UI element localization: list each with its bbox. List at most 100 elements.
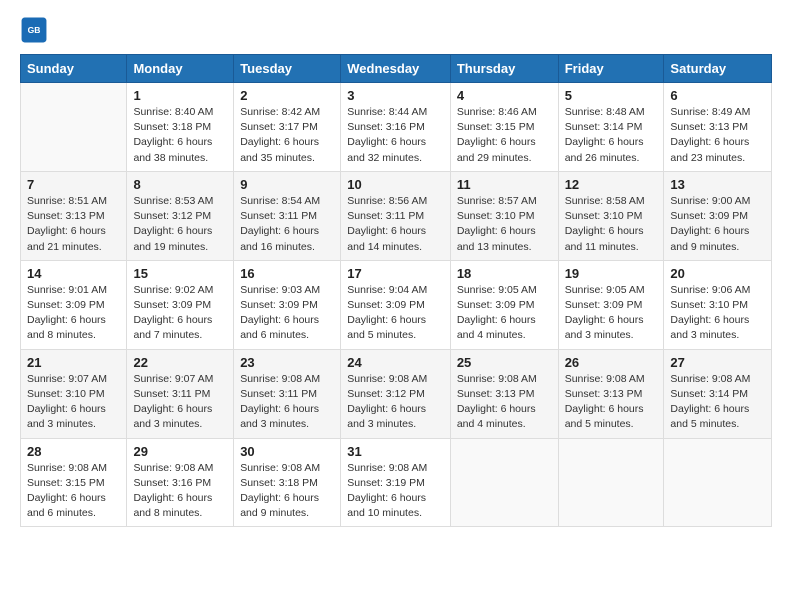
day-number: 21 [27, 355, 120, 370]
week-row-4: 21 Sunrise: 9:07 AMSunset: 3:10 PMDayligh… [21, 349, 772, 438]
day-cell: 6Sunrise: 8:49 AMSunset: 3:13 PMDaylight… [664, 83, 772, 172]
header-cell-monday: Monday [127, 55, 234, 83]
day-info: Sunrise: 9:05 AMSunset: 3:09 PMDaylight:… [457, 283, 552, 344]
header-cell-tuesday: Tuesday [234, 55, 341, 83]
day-number: 7 [27, 177, 120, 192]
day-info: Sunrise: 9:08 AMSunset: 3:13 PMDaylight:… [457, 372, 552, 433]
day-cell: 17 Sunrise: 9:04 AMSunset: 3:09 PMDayligh… [341, 260, 451, 349]
day-cell: 7 Sunrise: 8:51 AMSunset: 3:13 PMDaylight… [21, 171, 127, 260]
day-info: Sunrise: 8:57 AMSunset: 3:10 PMDaylight:… [457, 194, 552, 255]
week-row-3: 14 Sunrise: 9:01 AMSunset: 3:09 PMDayligh… [21, 260, 772, 349]
day-info: Sunrise: 8:58 AMSunset: 3:10 PMDaylight:… [565, 194, 658, 255]
calendar-table: SundayMondayTuesdayWednesdayThursdayFrid… [20, 54, 772, 527]
day-cell: 15 Sunrise: 9:02 AMSunset: 3:09 PMDayligh… [127, 260, 234, 349]
day-info: Sunrise: 8:51 AMSunset: 3:13 PMDaylight:… [27, 194, 120, 255]
day-cell: 5Sunrise: 8:48 AMSunset: 3:14 PMDaylight… [558, 83, 664, 172]
day-cell: 12Sunrise: 8:58 AMSunset: 3:10 PMDayligh… [558, 171, 664, 260]
day-number: 26 [565, 355, 658, 370]
day-info: Sunrise: 9:07 AMSunset: 3:11 PMDaylight:… [133, 372, 227, 433]
week-row-1: 1 Sunrise: 8:40 AMSunset: 3:18 PMDaylight… [21, 83, 772, 172]
day-cell: 26 Sunrise: 9:08 AMSunset: 3:13 PMDayligh… [558, 349, 664, 438]
day-cell: 2Sunrise: 8:42 AMSunset: 3:17 PMDaylight… [234, 83, 341, 172]
header-cell-wednesday: Wednesday [341, 55, 451, 83]
day-info: Sunrise: 9:00 AMSunset: 3:09 PMDaylight:… [670, 194, 765, 255]
day-info: Sunrise: 8:53 AMSunset: 3:12 PMDaylight:… [133, 194, 227, 255]
week-row-2: 7 Sunrise: 8:51 AMSunset: 3:13 PMDaylight… [21, 171, 772, 260]
day-cell: 19Sunrise: 9:05 AMSunset: 3:09 PMDayligh… [558, 260, 664, 349]
day-cell: 25 Sunrise: 9:08 AMSunset: 3:13 PMDayligh… [450, 349, 558, 438]
day-number: 8 [133, 177, 227, 192]
day-number: 27 [670, 355, 765, 370]
day-number: 10 [347, 177, 444, 192]
day-cell: 29 Sunrise: 9:08 AMSunset: 3:16 PMDayligh… [127, 438, 234, 527]
day-number: 25 [457, 355, 552, 370]
day-info: Sunrise: 8:42 AMSunset: 3:17 PMDaylight:… [240, 105, 334, 166]
page-header: GB [20, 16, 772, 44]
day-number: 30 [240, 444, 334, 459]
day-number: 28 [27, 444, 120, 459]
logo-icon: GB [20, 16, 48, 44]
day-info: Sunrise: 8:56 AMSunset: 3:11 PMDaylight:… [347, 194, 444, 255]
day-cell: 18 Sunrise: 9:05 AMSunset: 3:09 PMDayligh… [450, 260, 558, 349]
day-info: Sunrise: 9:01 AMSunset: 3:09 PMDaylight:… [27, 283, 120, 344]
day-cell [664, 438, 772, 527]
day-number: 16 [240, 266, 334, 281]
header-cell-saturday: Saturday [664, 55, 772, 83]
day-info: Sunrise: 9:08 AMSunset: 3:16 PMDaylight:… [133, 461, 227, 522]
day-info: Sunrise: 9:08 AMSunset: 3:18 PMDaylight:… [240, 461, 334, 522]
calendar-body: 1 Sunrise: 8:40 AMSunset: 3:18 PMDaylight… [21, 83, 772, 527]
day-info: Sunrise: 8:54 AMSunset: 3:11 PMDaylight:… [240, 194, 334, 255]
day-info: Sunrise: 9:06 AMSunset: 3:10 PMDaylight:… [670, 283, 765, 344]
day-info: Sunrise: 8:44 AMSunset: 3:16 PMDaylight:… [347, 105, 444, 166]
day-cell: 13Sunrise: 9:00 AMSunset: 3:09 PMDayligh… [664, 171, 772, 260]
day-info: Sunrise: 9:08 AMSunset: 3:12 PMDaylight:… [347, 372, 444, 433]
day-cell: 20Sunrise: 9:06 AMSunset: 3:10 PMDayligh… [664, 260, 772, 349]
day-number: 19 [565, 266, 658, 281]
day-info: Sunrise: 9:08 AMSunset: 3:14 PMDaylight:… [670, 372, 765, 433]
day-info: Sunrise: 8:46 AMSunset: 3:15 PMDaylight:… [457, 105, 552, 166]
day-cell: 30 Sunrise: 9:08 AMSunset: 3:18 PMDayligh… [234, 438, 341, 527]
day-cell: 9 Sunrise: 8:54 AMSunset: 3:11 PMDaylight… [234, 171, 341, 260]
day-cell: 23 Sunrise: 9:08 AMSunset: 3:11 PMDayligh… [234, 349, 341, 438]
day-number: 3 [347, 88, 444, 103]
day-info: Sunrise: 9:08 AMSunset: 3:11 PMDaylight:… [240, 372, 334, 433]
day-cell: 31 Sunrise: 9:08 AMSunset: 3:19 PMDayligh… [341, 438, 451, 527]
day-info: Sunrise: 9:04 AMSunset: 3:09 PMDaylight:… [347, 283, 444, 344]
day-cell: 22 Sunrise: 9:07 AMSunset: 3:11 PMDayligh… [127, 349, 234, 438]
day-cell: 1 Sunrise: 8:40 AMSunset: 3:18 PMDaylight… [127, 83, 234, 172]
day-number: 22 [133, 355, 227, 370]
day-number: 23 [240, 355, 334, 370]
day-cell: 4 Sunrise: 8:46 AMSunset: 3:15 PMDaylight… [450, 83, 558, 172]
day-cell [21, 83, 127, 172]
day-info: Sunrise: 8:40 AMSunset: 3:18 PMDaylight:… [133, 105, 227, 166]
header-cell-friday: Friday [558, 55, 664, 83]
day-number: 29 [133, 444, 227, 459]
day-number: 4 [457, 88, 552, 103]
day-cell: 14 Sunrise: 9:01 AMSunset: 3:09 PMDayligh… [21, 260, 127, 349]
day-cell: 24Sunrise: 9:08 AMSunset: 3:12 PMDayligh… [341, 349, 451, 438]
day-cell: 11 Sunrise: 8:57 AMSunset: 3:10 PMDayligh… [450, 171, 558, 260]
week-row-5: 28 Sunrise: 9:08 AMSunset: 3:15 PMDayligh… [21, 438, 772, 527]
day-number: 17 [347, 266, 444, 281]
day-number: 18 [457, 266, 552, 281]
day-info: Sunrise: 8:49 AMSunset: 3:13 PMDaylight:… [670, 105, 765, 166]
day-info: Sunrise: 9:08 AMSunset: 3:15 PMDaylight:… [27, 461, 120, 522]
header-cell-sunday: Sunday [21, 55, 127, 83]
day-number: 15 [133, 266, 227, 281]
day-number: 11 [457, 177, 552, 192]
day-info: Sunrise: 9:02 AMSunset: 3:09 PMDaylight:… [133, 283, 227, 344]
day-number: 31 [347, 444, 444, 459]
day-number: 14 [27, 266, 120, 281]
header-cell-thursday: Thursday [450, 55, 558, 83]
day-info: Sunrise: 9:08 AMSunset: 3:13 PMDaylight:… [565, 372, 658, 433]
day-cell: 21 Sunrise: 9:07 AMSunset: 3:10 PMDayligh… [21, 349, 127, 438]
day-cell: 8 Sunrise: 8:53 AMSunset: 3:12 PMDaylight… [127, 171, 234, 260]
day-cell: 3 Sunrise: 8:44 AMSunset: 3:16 PMDaylight… [341, 83, 451, 172]
day-number: 1 [133, 88, 227, 103]
day-number: 9 [240, 177, 334, 192]
day-info: Sunrise: 9:07 AMSunset: 3:10 PMDaylight:… [27, 372, 120, 433]
day-cell: 10 Sunrise: 8:56 AMSunset: 3:11 PMDayligh… [341, 171, 451, 260]
logo: GB [20, 16, 52, 44]
day-cell [450, 438, 558, 527]
day-info: Sunrise: 9:08 AMSunset: 3:19 PMDaylight:… [347, 461, 444, 522]
